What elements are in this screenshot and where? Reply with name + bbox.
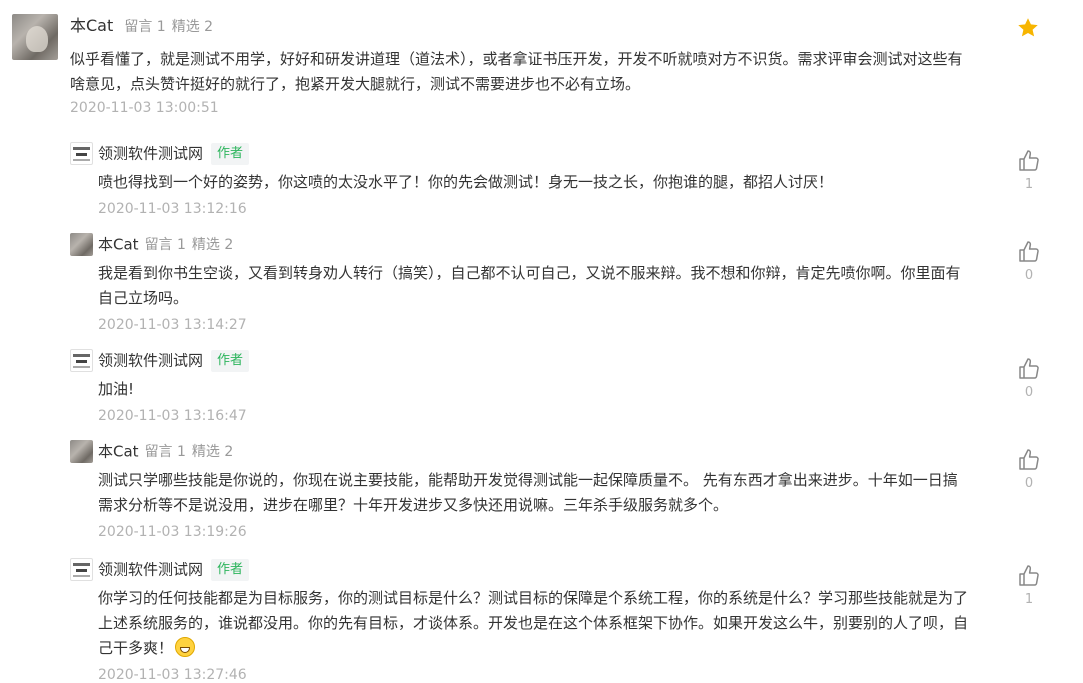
like-count: 0: [1024, 268, 1034, 283]
reply-text: 加油!: [98, 380, 135, 398]
message-count: 留言 1: [144, 443, 186, 460]
message-count: 留言 1: [144, 236, 186, 253]
avatar[interactable]: [70, 233, 93, 256]
like-count: 1: [1024, 177, 1034, 192]
comment-time: 2020-11-03 13:00:51: [70, 100, 219, 116]
reply-item: 本Cat 留言 1 精选 2 测试只学哪些技能是你说的，你现在说主要技能，能帮助开发…: [70, 440, 1050, 545]
message-count: 留言 1: [124, 19, 166, 35]
user-stats: 留言 1 精选 2: [124, 19, 219, 35]
username[interactable]: 本Cat: [98, 443, 139, 461]
thumbs-up-icon[interactable]: [1017, 240, 1041, 264]
avatar[interactable]: [70, 558, 93, 581]
reply-header: 本Cat 留言 1 精选 2: [70, 440, 240, 463]
reply-header: 本Cat 留言 1 精选 2: [70, 233, 240, 256]
reply-time: 2020-11-03 13:27:46: [98, 667, 247, 683]
username[interactable]: 领测软件测试网: [98, 561, 203, 579]
featured-count: 精选 2: [171, 19, 214, 35]
reply-time: 2020-11-03 13:16:47: [98, 408, 247, 424]
featured-count: 精选 2: [191, 236, 234, 253]
reply-text: 喷也得找到一个好的姿势，你这喷的太没水平了！你的先会做测试！身无一技之长，你抱谁…: [98, 173, 834, 191]
author-badge: 作者: [211, 558, 250, 581]
thumbs-up-icon[interactable]: [1017, 357, 1041, 381]
comment-header: 本Cat 留言 1 精选 2: [70, 16, 219, 36]
like-button[interactable]: 0: [1017, 357, 1041, 401]
user-stats: 留言 1 精选 2: [145, 237, 240, 253]
comment-text: 似乎看懂了，就是测试不用学，好好和研发讲道理（道法术），或者拿证书压开发，开发不…: [70, 50, 963, 93]
like-button[interactable]: 0: [1017, 448, 1041, 492]
reply-item: 领测软件测试网 作者 你学习的任何技能都是为目标服务，你的测试目标是什么？测试目标…: [70, 558, 1050, 683]
avatar[interactable]: [12, 14, 58, 60]
reply-text: 你学习的任何技能都是为目标服务，你的测试目标是什么？测试目标的保障是个系统工程，…: [98, 586, 970, 661]
reply-header: 领测软件测试网 作者: [70, 142, 250, 165]
star-icon[interactable]: [1016, 16, 1040, 40]
reply-header: 领测软件测试网 作者: [70, 558, 250, 581]
author-badge: 作者: [211, 349, 250, 372]
reply-text-content: 你学习的任何技能都是为目标服务，你的测试目标是什么？测试目标的保障是个系统工程，…: [98, 589, 969, 657]
like-count: 0: [1024, 385, 1034, 400]
like-button[interactable]: 0: [1017, 240, 1041, 284]
user-stats: 留言 1 精选 2: [145, 444, 240, 460]
avatar[interactable]: [70, 440, 93, 463]
thumbs-up-icon[interactable]: [1017, 564, 1041, 588]
like-count: 1: [1024, 592, 1034, 607]
username[interactable]: 领测软件测试网: [98, 145, 203, 163]
reply-header: 领测软件测试网 作者: [70, 349, 250, 372]
like-count: 0: [1024, 476, 1034, 491]
thumbs-up-icon[interactable]: [1017, 448, 1041, 472]
avatar[interactable]: [70, 349, 93, 372]
reply-time: 2020-11-03 13:14:27: [98, 317, 247, 333]
username[interactable]: 本Cat: [70, 16, 113, 35]
like-button[interactable]: 1: [1017, 149, 1041, 193]
reply-time: 2020-11-03 13:19:26: [98, 524, 247, 540]
reply-text: 我是看到你书生空谈，又看到转身劝人转行（搞笑），自己都不认可自己，又说不服来辩。…: [98, 264, 961, 307]
like-button[interactable]: 1: [1017, 564, 1041, 608]
author-badge: 作者: [211, 142, 250, 165]
reply-text: 测试只学哪些技能是你说的，你现在说主要技能，能帮助开发觉得测试能一起保障质量不。…: [98, 471, 958, 514]
reply-time: 2020-11-03 13:12:16: [98, 201, 247, 217]
username[interactable]: 领测软件测试网: [98, 352, 203, 370]
avatar[interactable]: [70, 142, 93, 165]
reply-item: 领测软件测试网 作者 喷也得找到一个好的姿势，你这喷的太没水平了！你的先会做测试！…: [70, 142, 1050, 222]
thumbs-up-icon[interactable]: [1017, 149, 1041, 173]
reply-item: 领测软件测试网 作者 加油! 2020-11-03 13:16:47: [70, 349, 1050, 429]
featured-count: 精选 2: [191, 443, 234, 460]
reply-item: 本Cat 留言 1 精选 2 我是看到你书生空谈，又看到转身劝人转行（搞笑），自己都…: [70, 233, 1050, 338]
grinning-emoji: [175, 637, 196, 657]
username[interactable]: 本Cat: [98, 236, 139, 254]
